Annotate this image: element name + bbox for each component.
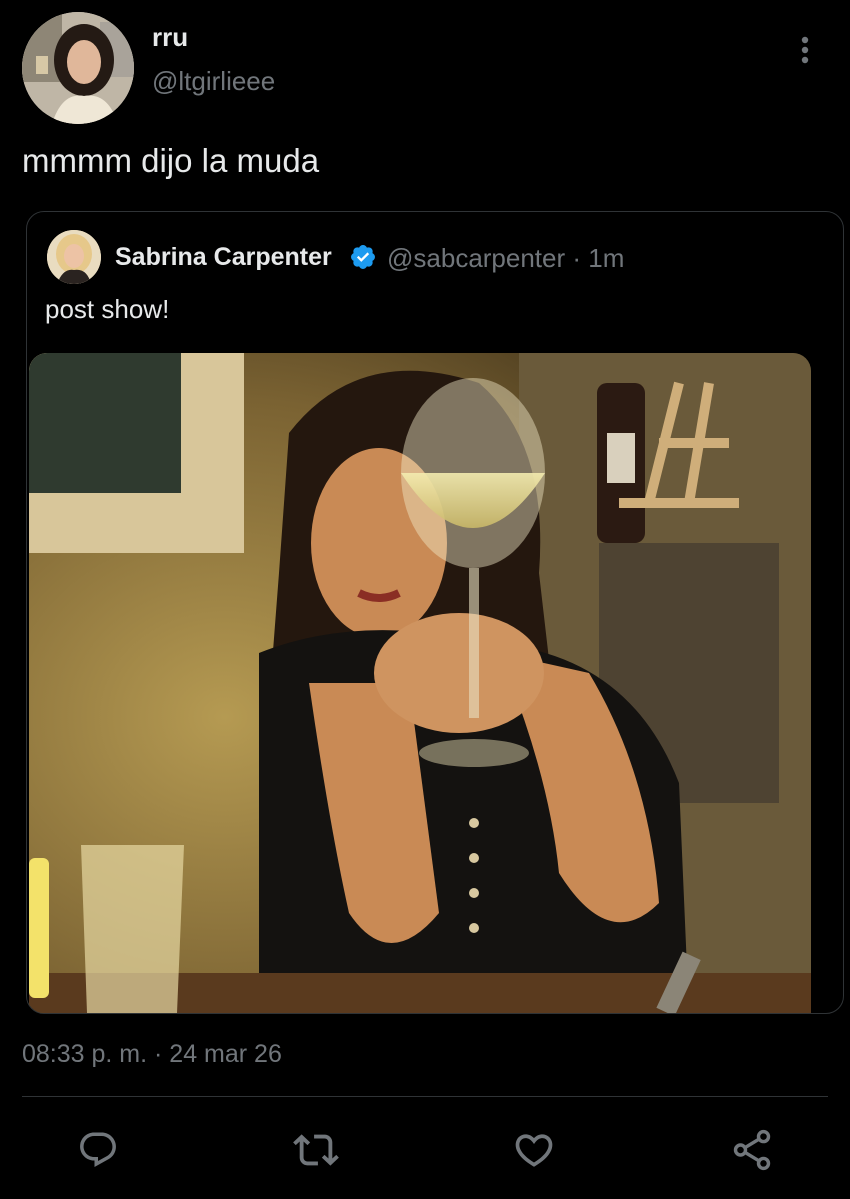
more-vertical-icon [801,36,809,64]
quoted-author-display-name[interactable]: Sabrina Carpenter [115,243,332,272]
retweet-icon [293,1134,339,1166]
author-handle[interactable]: @ltgirlieee [152,66,275,97]
tweet-timestamp[interactable]: 08:33 p. m. · 24 mar 26 [22,1040,282,1069]
retweet-button[interactable] [290,1124,342,1176]
like-button[interactable] [508,1124,560,1176]
author-display-name[interactable]: rru [152,22,188,53]
tweet-text: mmmm dijo la muda [22,142,320,179]
share-icon [733,1129,771,1171]
quoted-avatar-image [47,230,101,284]
quoted-author-handle-time[interactable]: @sabcarpenter · 1m [387,243,624,274]
share-button[interactable] [726,1124,778,1176]
author-avatar[interactable] [22,12,134,124]
photo-image [29,353,811,1013]
reply-button[interactable] [72,1124,124,1176]
divider [22,1096,828,1097]
verified-badge-icon [349,243,377,271]
more-options-button[interactable] [788,30,822,70]
quoted-tweet-text: post show! [45,294,170,324]
reply-icon [80,1132,116,1167]
heart-icon [515,1134,553,1167]
avatar-image [22,12,134,124]
quoted-tweet-photo[interactable] [29,353,811,1013]
quoted-author-avatar[interactable] [47,230,101,284]
quoted-tweet-card[interactable]: Sabrina Carpenter @sabcarpenter · 1m pos… [26,211,844,1014]
